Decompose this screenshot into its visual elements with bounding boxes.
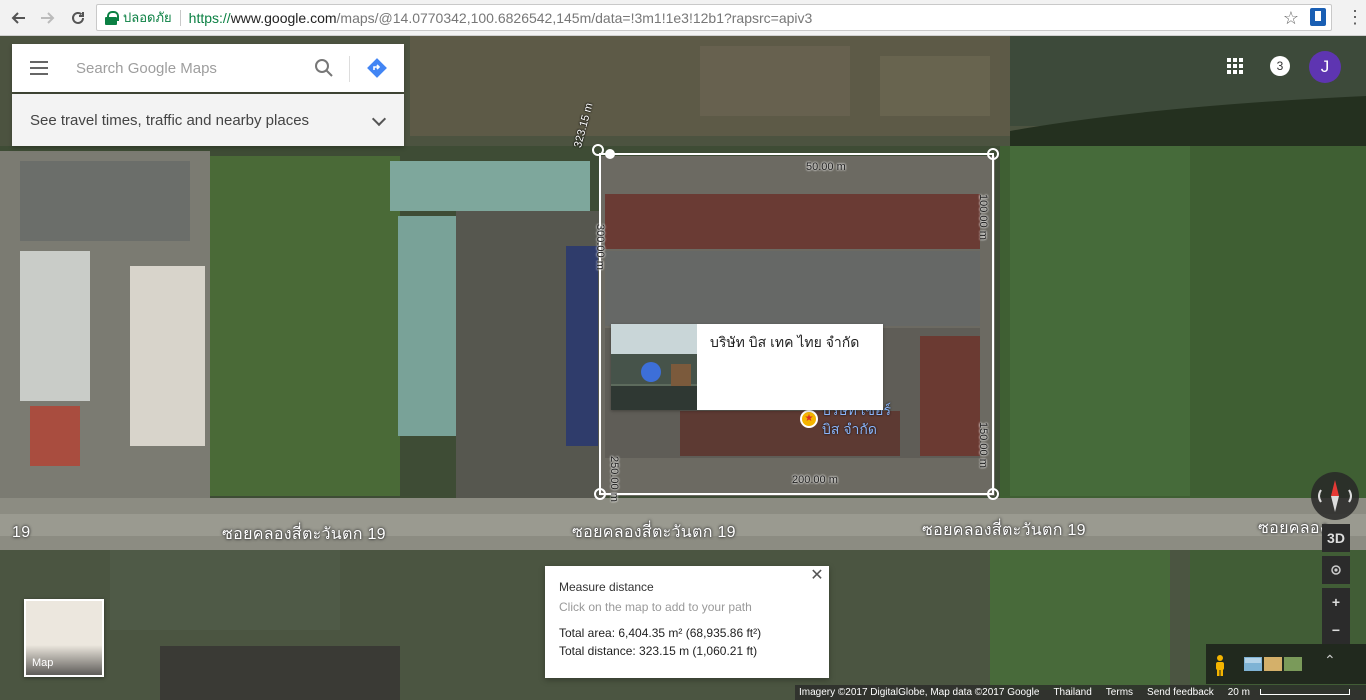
forward-button[interactable] [36, 6, 60, 30]
chevron-down-icon[interactable] [371, 111, 387, 127]
measure-label-bottom: 200.00 m [792, 474, 838, 486]
bookmark-star-icon[interactable]: ☆ [1283, 8, 1299, 29]
terms-link[interactable]: Terms [1106, 687, 1133, 698]
scale-label[interactable]: 20 m [1228, 687, 1250, 698]
search-icon[interactable] [314, 58, 334, 78]
apps-grid-icon[interactable] [1227, 58, 1243, 74]
travel-times-card[interactable]: See travel times, traffic and nearby pla… [12, 94, 404, 146]
place-photo-image [611, 324, 697, 410]
close-icon[interactable]: ✕ [809, 568, 825, 584]
search-input[interactable] [76, 59, 296, 77]
extension-icon[interactable] [1310, 8, 1326, 26]
back-button[interactable] [6, 6, 30, 30]
location-icon [1331, 565, 1341, 575]
lock-icon [105, 10, 119, 25]
reload-button[interactable] [66, 6, 90, 30]
measure-distance-panel: ✕ Measure distance Click on the map to a… [545, 566, 829, 678]
compass-control[interactable] [1311, 472, 1359, 520]
secure-label: ปลอดภัย [123, 10, 172, 25]
expand-chevron-icon[interactable]: ⌃ [1324, 652, 1336, 669]
measure-label-top: 50.00 m [806, 161, 846, 173]
place-name: บริษัท บิส เทค ไทย จำกัด [710, 334, 860, 350]
address-bar[interactable]: ปลอดภัย https://www.google.com/maps/@14.… [96, 4, 1332, 31]
measure-label-right-lower: 150.00 m [977, 422, 989, 468]
url-host: www.google.com [230, 9, 337, 26]
road-label-center: ซอยคลองสี่ตะวันตก 19 [572, 524, 736, 541]
region-link[interactable]: Thailand [1053, 687, 1091, 698]
url-text[interactable]: https://www.google.com/maps/@14.0770342,… [189, 10, 813, 26]
browser-toolbar: ปลอดภัย https://www.google.com/maps/@14.… [0, 0, 1366, 36]
map-type-label: Map [26, 645, 102, 675]
pegman-icon[interactable] [1212, 654, 1228, 676]
zoom-out-button[interactable]: − [1322, 616, 1350, 644]
url-path: /maps/@14.0770342,100.6826542,145m/data=… [336, 9, 813, 26]
measure-title: Measure distance [559, 580, 654, 594]
my-location-button[interactable] [1322, 556, 1350, 584]
send-feedback-link[interactable]: Send feedback [1147, 687, 1214, 698]
place-photo [611, 324, 697, 410]
search-box [12, 44, 404, 92]
arrow-right-icon [41, 11, 55, 24]
reload-icon [72, 11, 84, 24]
road-label-right: ซอยคลองสี่ตะวันตก 19 [922, 522, 1086, 539]
place-hover-card[interactable]: บริษัท บิส เทค ไทย จำกัด [611, 324, 883, 410]
measure-hint: Click on the map to add to your path [559, 600, 752, 614]
notifications-badge[interactable]: 3 [1270, 56, 1290, 76]
scale-bar [1259, 688, 1350, 695]
avatar[interactable]: J [1309, 51, 1341, 83]
url-scheme: https:// [188, 9, 231, 26]
browser-menu-icon[interactable]: ⋮ [1346, 8, 1364, 26]
imagery-thumbnails[interactable] [1240, 650, 1310, 678]
tilt-3d-button[interactable]: 3D [1322, 524, 1350, 552]
place-pin-icon[interactable]: ★ [800, 410, 818, 428]
total-distance: Total distance: 323.15 m (1,060.21 ft) [559, 644, 758, 658]
arrow-left-icon [11, 11, 25, 24]
measure-label-left-lower: 250.00 m [608, 456, 620, 502]
directions-icon[interactable] [366, 57, 388, 79]
road-number-label: 19 [12, 524, 31, 541]
compass-icon [1318, 480, 1352, 512]
map-canvas[interactable]: 323.15 m 50.00 m 300.00 m 100.00 m 150.0… [0, 36, 1366, 700]
poi-label-line2: บิส จำกัด [822, 421, 877, 437]
measure-label-right: 100.00 m [977, 194, 989, 240]
menu-icon[interactable] [30, 61, 50, 75]
measure-label-left: 300.00 m [594, 224, 606, 270]
travel-times-text: See travel times, traffic and nearby pla… [30, 111, 310, 129]
road-label-left: ซอยคลองสี่ตะวันตก 19 [222, 526, 386, 543]
divider [349, 56, 350, 82]
map-type-toggle[interactable]: Map [24, 599, 104, 677]
divider [179, 9, 181, 26]
imagery-credit: Imagery ©2017 DigitalGlobe, Map data ©20… [799, 687, 1040, 698]
zoom-in-button[interactable]: + [1322, 588, 1350, 616]
map-footer: Imagery ©2017 DigitalGlobe, Map data ©20… [795, 685, 1366, 700]
total-area: Total area: 6,404.35 m² (68,935.86 ft²) [559, 626, 762, 640]
